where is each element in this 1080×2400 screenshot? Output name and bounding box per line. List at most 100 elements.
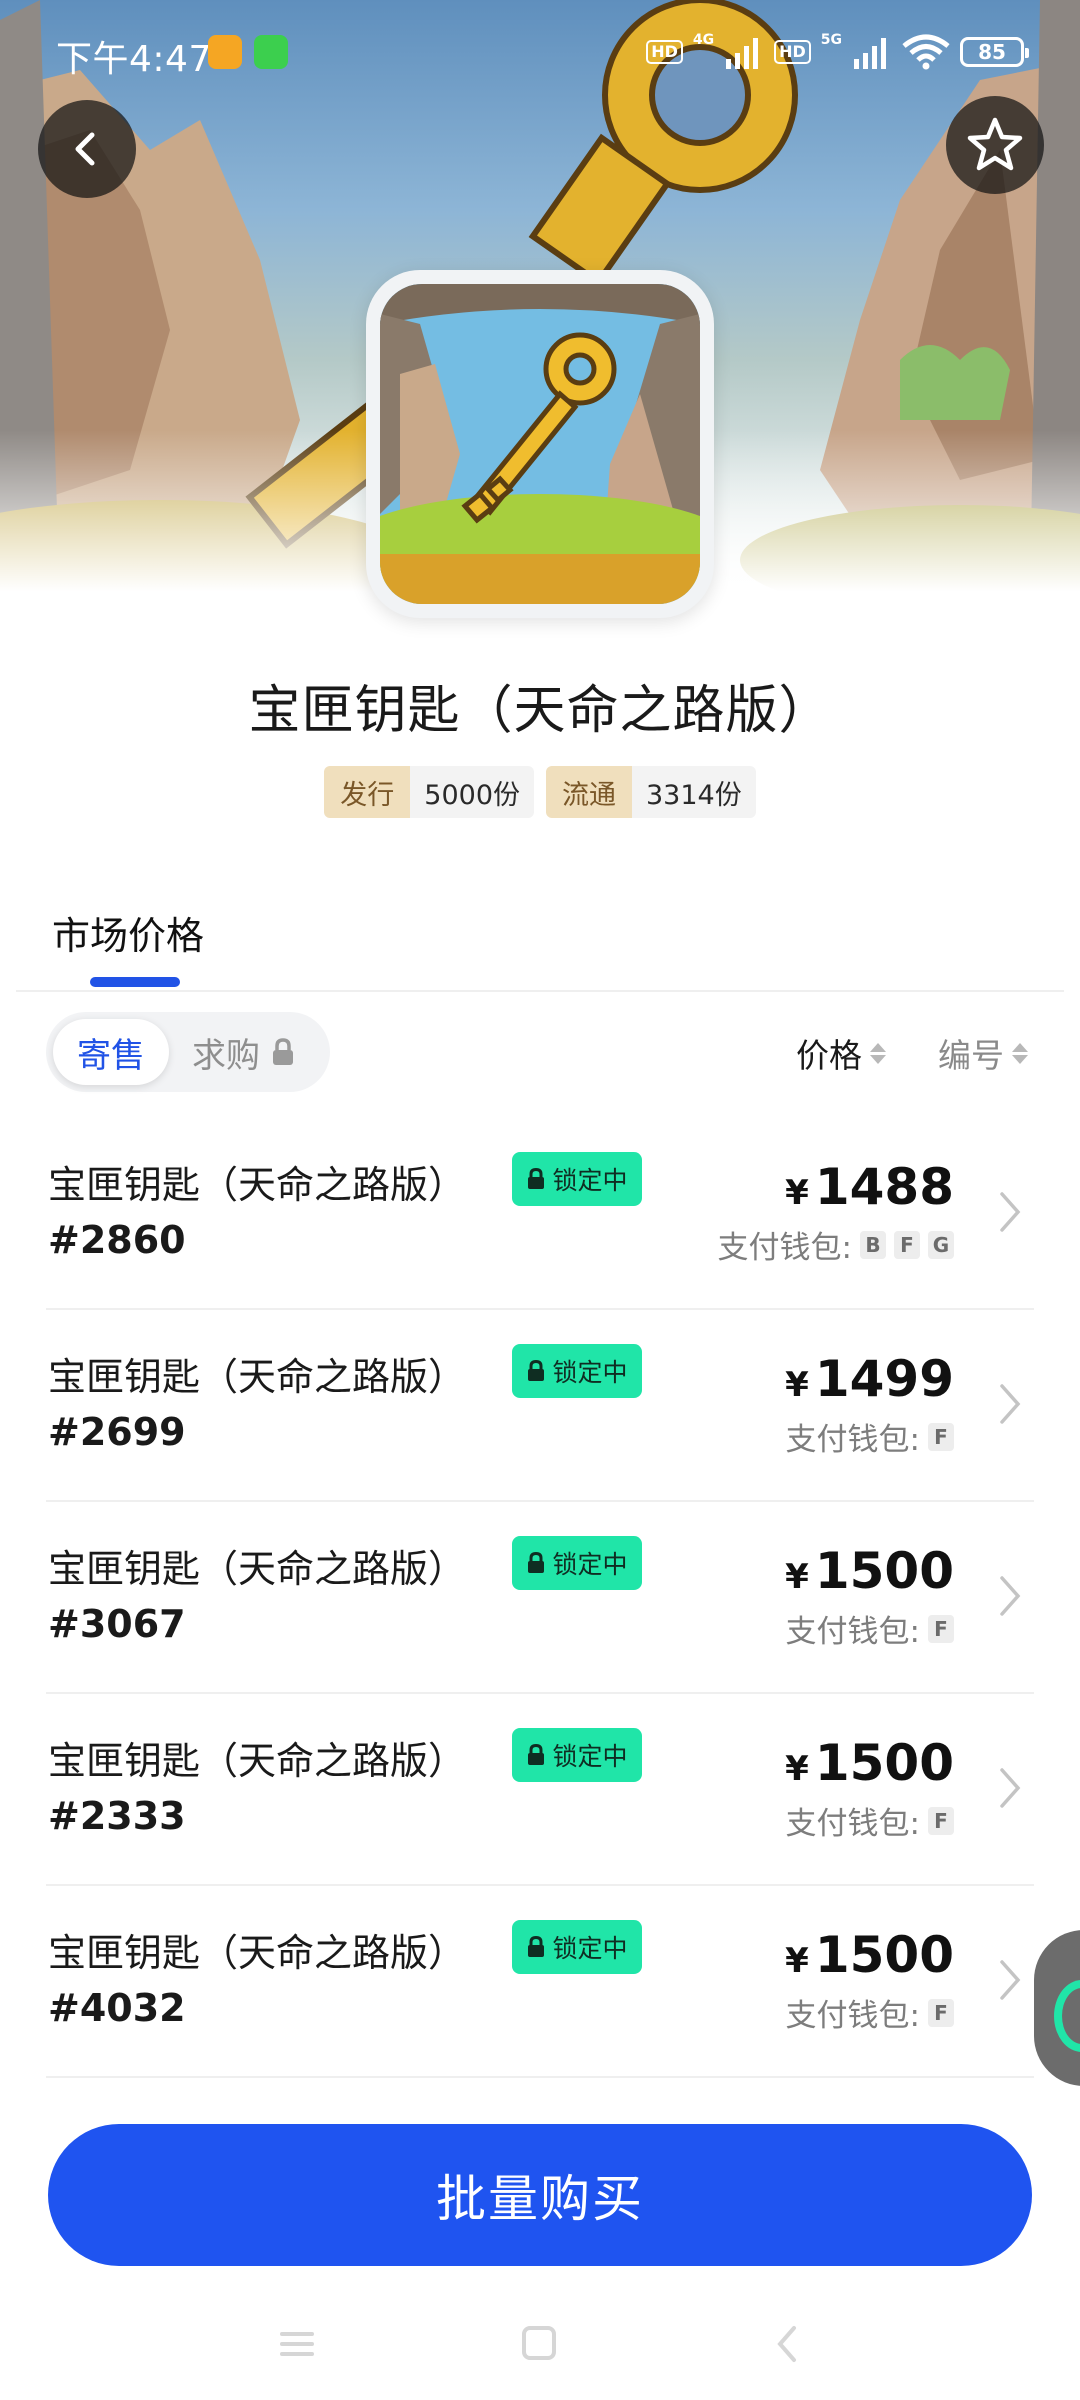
hd-badge-2: HD — [774, 40, 811, 64]
chevron-right-icon — [1000, 1960, 1021, 2000]
listing-name: 宝匣钥匙（天命之路版） — [48, 1931, 467, 1975]
listing-serial: #2333 — [48, 1794, 186, 1838]
locked-badge: 锁定中 — [512, 1344, 642, 1398]
listing-price: ¥ 1500 — [785, 1926, 954, 1984]
wallet-label: 支付钱包: — [785, 1422, 920, 1458]
listing-row[interactable]: 宝匣钥匙（天命之路版） 锁定中 #2860 ¥ 1488 支付钱包: B F G — [0, 1118, 1080, 1310]
sort-by-number[interactable]: 编号 — [938, 1030, 1028, 1076]
listing-serial: #4032 — [48, 1986, 186, 2030]
status-bar: 下午4:47 HD 4G HD 5G 85 — [0, 0, 1080, 100]
hd-badge: HD — [646, 40, 683, 64]
listing-name: 宝匣钥匙（天命之路版） — [48, 1739, 467, 1783]
locked-label: 锁定中 — [552, 1550, 628, 1579]
listing-price: ¥ 1499 — [785, 1350, 954, 1408]
wallet-label: 支付钱包: — [785, 1806, 920, 1842]
payment-wallets: 支付钱包: F — [786, 1798, 954, 1843]
sort-arrows-icon — [870, 1042, 886, 1064]
chevron-right-icon — [1000, 1192, 1021, 1232]
stat-issued-value: 5000份 — [410, 766, 534, 818]
wallet-chip: G — [928, 1230, 954, 1259]
locked-label: 锁定中 — [552, 1358, 628, 1387]
product-image — [380, 284, 700, 604]
product-stats: 发行 5000份 流通 3314份 — [0, 766, 1080, 818]
wifi-icon — [902, 34, 950, 70]
listing-row[interactable]: 宝匣钥匙（天命之路版） 锁定中 #3067 ¥ 1500 支付钱包: F — [0, 1502, 1080, 1694]
tab-active-indicator — [90, 977, 180, 987]
sort-number-label: 编号 — [938, 1036, 1004, 1075]
listing-name: 宝匣钥匙（天命之路版） — [48, 1355, 467, 1399]
wallet-label: 支付钱包: — [785, 1998, 920, 2034]
battery-level: 85 — [978, 40, 1006, 64]
home-icon — [522, 2326, 556, 2360]
payment-wallets: 支付钱包: F — [786, 1606, 954, 1651]
currency-symbol: ¥ — [785, 1941, 809, 1981]
signal-icon-2 — [854, 38, 886, 69]
wallet-chip: F — [928, 1998, 954, 2027]
wallet-label: 支付钱包: — [717, 1230, 852, 1266]
listing-name: 宝匣钥匙（天命之路版） — [48, 1547, 467, 1591]
price-amount: 1500 — [814, 1926, 954, 1984]
network-4g-label: 4G — [692, 32, 715, 48]
locked-badge: 锁定中 — [512, 1152, 642, 1206]
locked-badge: 锁定中 — [512, 1536, 642, 1590]
chevron-left-icon — [75, 132, 95, 166]
payment-wallets: 支付钱包: B F G — [718, 1222, 954, 1267]
wallet-chip: F — [928, 1422, 954, 1451]
signal-icon — [726, 38, 759, 69]
stat-issued-label: 发行 — [324, 766, 411, 818]
lock-icon — [528, 1744, 545, 1765]
price-amount: 1488 — [814, 1158, 954, 1216]
listing-serial: #3067 — [48, 1602, 186, 1646]
system-navigation-bar — [0, 2300, 1080, 2400]
locked-badge: 锁定中 — [512, 1920, 642, 1974]
tab-market-price[interactable]: 市场价格 — [52, 905, 204, 960]
bulk-buy-button[interactable]: 批量购买 — [48, 2124, 1032, 2266]
chevron-right-icon — [1000, 1576, 1021, 1616]
back-button[interactable] — [38, 100, 136, 198]
sort-arrows-icon — [1012, 1042, 1028, 1064]
stat-circulation-value: 3314份 — [632, 766, 756, 818]
price-amount: 1499 — [814, 1350, 954, 1408]
currency-symbol: ¥ — [785, 1365, 809, 1405]
stat-circulation: 流通 3314份 — [546, 766, 756, 818]
currency-symbol: ¥ — [785, 1173, 809, 1213]
back-nav-icon — [777, 2326, 796, 2362]
locked-badge: 锁定中 — [512, 1728, 642, 1782]
stat-issued: 发行 5000份 — [324, 766, 534, 818]
locked-label: 锁定中 — [552, 1934, 628, 1963]
wallet-label: 支付钱包: — [785, 1614, 920, 1650]
price-amount: 1500 — [814, 1542, 954, 1600]
listing-row[interactable]: 宝匣钥匙（天命之路版） 锁定中 #2699 ¥ 1499 支付钱包: F — [0, 1310, 1080, 1502]
chevron-right-icon — [1000, 1768, 1021, 1808]
listing-row[interactable]: 宝匣钥匙（天命之路版） 锁定中 #4032 ¥ 1500 支付钱包: F — [0, 1886, 1080, 2078]
chevron-right-icon — [1000, 1384, 1021, 1424]
lock-icon — [528, 1552, 545, 1573]
wallet-chip: F — [928, 1614, 954, 1643]
network-5g-label: 5G — [820, 32, 842, 48]
lock-icon — [528, 1168, 545, 1189]
wallet-chip: B — [860, 1230, 886, 1259]
lock-icon — [273, 1038, 293, 1065]
system-nav-icons — [280, 2326, 796, 2362]
toggle-buy-label: 求购 — [192, 1035, 260, 1076]
product-title: 宝匣钥匙（天命之路版） — [248, 681, 832, 741]
payment-wallets: 支付钱包: F — [786, 1990, 954, 2035]
listing-serial: #2860 — [48, 1218, 186, 1262]
listing-row[interactable]: 宝匣钥匙（天命之路版） 锁定中 #2333 ¥ 1500 支付钱包: F — [0, 1694, 1080, 1886]
sort-by-price[interactable]: 价格 — [796, 1030, 886, 1076]
wallet-chip: F — [928, 1806, 954, 1835]
locked-label: 锁定中 — [552, 1742, 628, 1771]
favorite-button[interactable] — [946, 96, 1044, 194]
listing-price: ¥ 1488 — [785, 1158, 954, 1216]
star-outline-icon — [967, 117, 1023, 171]
floating-assistant-widget[interactable] — [1034, 1930, 1080, 2086]
battery-icon: 85 — [960, 37, 1029, 67]
status-time: 下午4:47 — [56, 39, 212, 80]
listing-serial: #2699 — [48, 1410, 186, 1454]
toggle-buy[interactable]: 求购 — [192, 1012, 296, 1092]
listing-list: 宝匣钥匙（天命之路版） 锁定中 #2860 ¥ 1488 支付钱包: B F G… — [0, 1118, 1080, 2078]
listing-name: 宝匣钥匙（天命之路版） — [48, 1163, 467, 1207]
lock-icon — [528, 1936, 545, 1957]
currency-symbol: ¥ — [785, 1749, 809, 1789]
toggle-sell[interactable]: 寄售 — [53, 1019, 169, 1085]
